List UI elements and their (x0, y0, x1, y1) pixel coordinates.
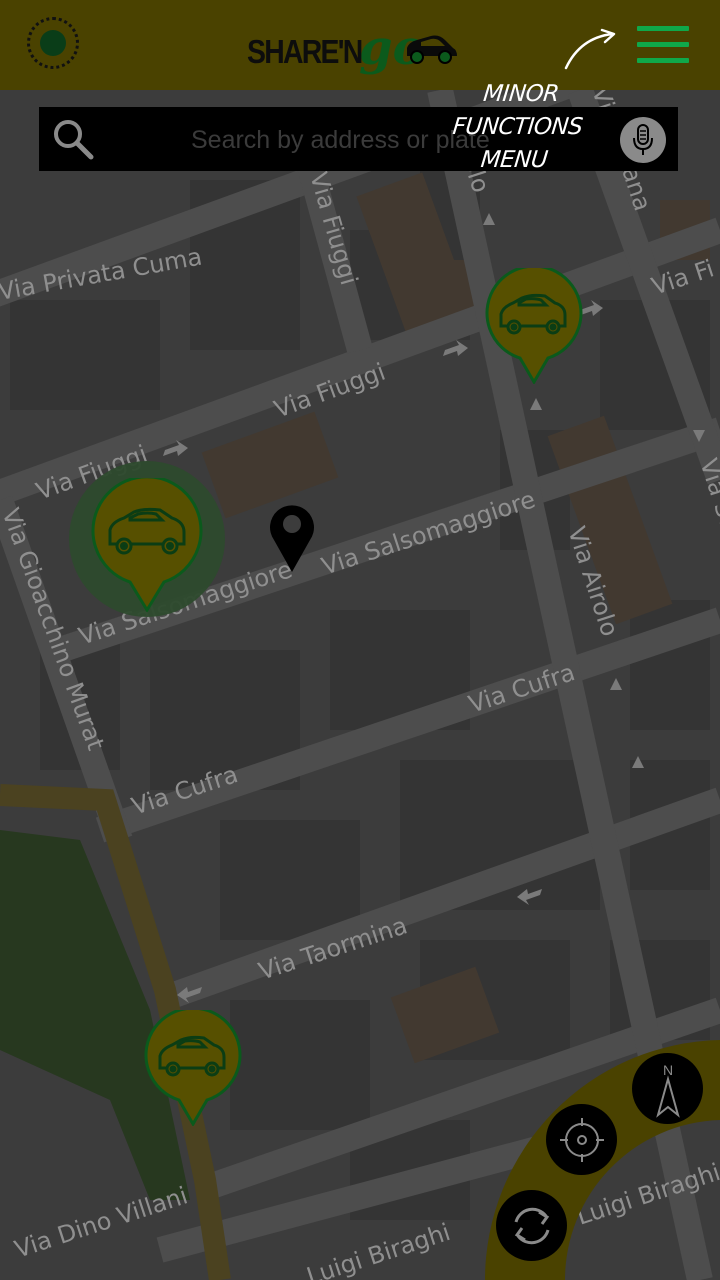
app-logo: SHARE'N go (247, 18, 459, 72)
refresh-button[interactable] (496, 1190, 567, 1261)
locate-me-button[interactable] (546, 1104, 617, 1175)
car-marker[interactable] (485, 268, 583, 384)
microphone-icon (633, 124, 653, 155)
map-canvas[interactable]: Via Privata Cuma Via Fiuggi Via Fiuggi V… (0, 0, 720, 1280)
tutorial-line: MENU (479, 147, 549, 173)
refresh-icon (514, 1207, 549, 1244)
car-marker[interactable] (144, 1010, 242, 1126)
logo-text-share: SHARE'N (247, 33, 363, 70)
tutorial-line: FUNCTIONS (451, 114, 584, 140)
compass-icon: N (655, 1062, 680, 1118)
menu-bar (637, 26, 689, 31)
voice-search-button[interactable] (620, 117, 666, 163)
logo-car-icon (406, 35, 457, 64)
menu-bar (637, 58, 689, 63)
location-pin-icon[interactable] (266, 500, 318, 574)
tutorial-label: MINOR FUNCTIONS MENU (425, 78, 610, 177)
search-icon[interactable] (51, 117, 95, 161)
status-indicator-dot (40, 30, 66, 56)
compass-button[interactable]: N (632, 1053, 703, 1124)
menu-button[interactable] (634, 24, 692, 66)
car-marker[interactable] (90, 478, 204, 612)
crosshair-icon (559, 1117, 604, 1162)
status-indicator[interactable] (27, 17, 79, 69)
tutorial-arrow-icon (564, 28, 616, 70)
tutorial-line: MINOR (481, 81, 561, 107)
menu-bar (637, 42, 689, 47)
